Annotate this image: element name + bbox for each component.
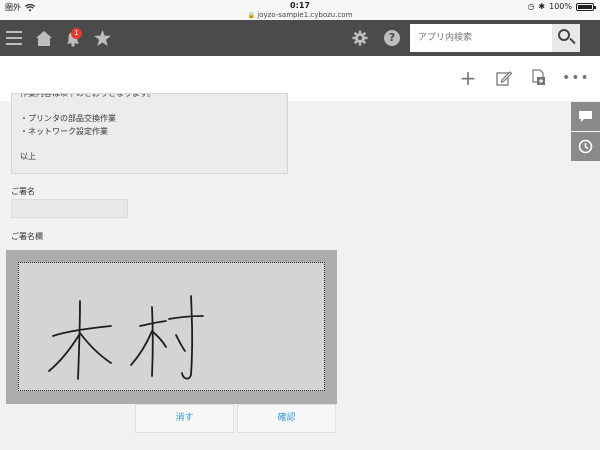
clock: 0:17	[290, 1, 310, 10]
more-icon[interactable]: •••	[562, 68, 589, 88]
plus-icon[interactable]: +	[458, 68, 478, 88]
description-line: 以上	[20, 151, 36, 161]
description-line: 作業内容は以下のとおりとなります。	[20, 93, 155, 98]
bluetooth-icon: ✱	[538, 2, 546, 11]
handwritten-signature	[48, 295, 204, 380]
description-line: ・プリンタの部品交換作業	[20, 114, 116, 123]
notification-badge: 1	[71, 28, 82, 39]
edit-icon[interactable]	[494, 70, 514, 86]
battery-icon	[576, 2, 596, 11]
signature-pad-frame	[6, 250, 337, 404]
signature-canvas[interactable]	[18, 262, 325, 391]
signature-name-input[interactable]	[11, 199, 128, 218]
duplicate-icon[interactable]	[529, 69, 549, 86]
hamburger-menu-icon[interactable]	[6, 31, 22, 45]
confirm-button[interactable]: 確認	[237, 404, 336, 433]
battery-percent: 100%	[549, 2, 572, 11]
home-icon[interactable]	[36, 31, 52, 46]
help-icon[interactable]: ?	[384, 30, 400, 46]
clear-button[interactable]: 消す	[135, 404, 234, 433]
signature-name-label: ご署名	[11, 187, 35, 196]
comment-icon	[579, 111, 592, 122]
star-icon[interactable]	[94, 30, 111, 46]
description-line	[20, 138, 279, 151]
history-button[interactable]	[571, 132, 600, 161]
description-line	[20, 101, 279, 114]
url-label: 🔒 joyzo-sample1.cybozu.com	[247, 11, 353, 19]
orientation-lock-icon: ◷	[527, 2, 535, 11]
app-header: 1 ?	[0, 20, 600, 56]
status-bar: 圏外 0:17 🔒 joyzo-sample1.cybozu.com ◷ ✱ 1…	[0, 0, 600, 20]
work-description-field: 作業内容は以下のとおりとなります。 ・プリンタの部品交換作業 ・ネットワーク設定作…	[11, 93, 288, 174]
signature-area-label: ご署名欄	[11, 232, 43, 241]
lock-icon: 🔒	[247, 12, 256, 19]
comment-button[interactable]	[571, 102, 600, 131]
history-icon	[578, 139, 593, 154]
search-button[interactable]	[552, 24, 580, 52]
gear-icon[interactable]	[352, 30, 368, 46]
description-line: ・ネットワーク設定作業	[20, 126, 108, 136]
search-input[interactable]	[410, 24, 552, 52]
